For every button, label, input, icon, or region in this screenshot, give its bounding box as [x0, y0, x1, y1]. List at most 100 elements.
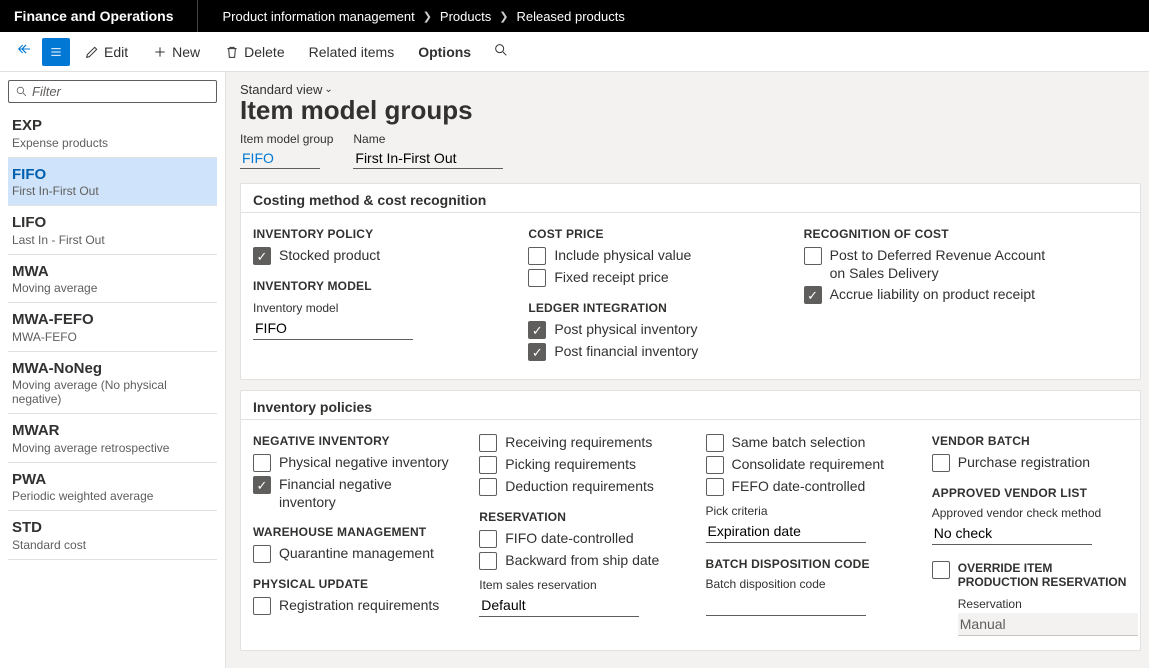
page-title: Item model groups	[240, 95, 1149, 126]
phys-neg-checkbox[interactable]: Physical negative inventory	[253, 454, 449, 472]
recv-req-label: Receiving requirements	[505, 434, 652, 452]
sidebar-item-fifo[interactable]: FIFOFirst In-First Out	[8, 158, 217, 207]
chevron-right-icon: ❯	[423, 10, 432, 23]
fefo-date-checkbox[interactable]: FEFO date-controlled	[706, 478, 902, 496]
related-items-button[interactable]: Related items	[299, 40, 405, 64]
options-button[interactable]: Options	[408, 40, 481, 64]
consolidate-label: Consolidate requirement	[732, 456, 885, 474]
inventory-model-label: Inventory model	[253, 301, 498, 315]
sidebar-item-code: MWAR	[12, 421, 213, 441]
costing-panel-head[interactable]: Costing method & cost recognition	[241, 184, 1140, 213]
sidebar-item-desc: First In-First Out	[12, 184, 213, 198]
post-financial-checkbox[interactable]: Post financial inventory	[528, 343, 773, 361]
chevron-down-icon: ⌄	[324, 84, 332, 95]
item-sales-res-input[interactable]	[479, 594, 639, 617]
reg-req-label: Registration requirements	[279, 597, 439, 615]
inventory-model-input[interactable]	[253, 317, 413, 340]
fifo-date-checkbox[interactable]: FIFO date-controlled	[479, 530, 675, 548]
filter-box[interactable]	[8, 80, 217, 103]
sidebar-item-code: MWA-NoNeg	[12, 359, 213, 379]
sidebar-item-mwa-noneg[interactable]: MWA-NoNegMoving average (No physical neg…	[8, 352, 217, 415]
override-res-label: Reservation	[958, 597, 1128, 611]
batch-disp-label: Batch disposition code	[706, 577, 902, 591]
post-deferred-checkbox[interactable]: Post to Deferred Revenue Account on Sale…	[804, 247, 1049, 282]
sidebar-item-lifo[interactable]: LIFOLast In - First Out	[8, 206, 217, 255]
reg-req-checkbox[interactable]: Registration requirements	[253, 597, 449, 615]
accrue-checkbox[interactable]: Accrue liability on product receipt	[804, 286, 1049, 304]
new-label: New	[172, 44, 200, 60]
sidebar-item-pwa[interactable]: PWAPeriodic weighted average	[8, 463, 217, 512]
edit-button[interactable]: Edit	[74, 40, 138, 64]
new-button[interactable]: New	[142, 40, 210, 64]
sidebar-item-mwa[interactable]: MWAMoving average	[8, 255, 217, 304]
search-icon	[15, 85, 28, 98]
post-physical-checkbox[interactable]: Post physical inventory	[528, 321, 773, 339]
sidebar: EXPExpense productsFIFOFirst In-First Ou…	[0, 72, 226, 668]
plus-icon	[152, 44, 168, 60]
fixed-receipt-checkbox[interactable]: Fixed receipt price	[528, 269, 773, 287]
avl-input[interactable]	[932, 522, 1092, 545]
delete-label: Delete	[244, 44, 284, 60]
filter-input[interactable]	[32, 84, 210, 99]
breadcrumb-item-2[interactable]: Products	[440, 9, 491, 24]
sidebar-item-code: MWA-FEFO	[12, 310, 213, 330]
sidebar-item-code: MWA	[12, 262, 213, 282]
item-sales-res-label: Item sales reservation	[479, 578, 675, 592]
back-button[interactable]	[10, 37, 38, 66]
sidebar-item-mwa-fefo[interactable]: MWA-FEFOMWA-FEFO	[8, 303, 217, 352]
sidebar-item-desc: Moving average (No physical negative)	[12, 378, 213, 406]
backward-checkbox[interactable]: Backward from ship date	[479, 552, 675, 570]
ded-req-label: Deduction requirements	[505, 478, 654, 496]
quarantine-label: Quarantine management	[279, 545, 434, 563]
trash-icon	[224, 44, 240, 60]
batch-disp-input[interactable]	[706, 593, 866, 616]
topbar: Finance and Operations Product informati…	[0, 0, 1149, 32]
pick-req-checkbox[interactable]: Picking requirements	[479, 456, 675, 474]
breadcrumb-item-3[interactable]: Released products	[516, 9, 624, 24]
recognition-head: RECOGNITION OF COST	[804, 227, 1049, 241]
quarantine-checkbox[interactable]: Quarantine management	[253, 545, 449, 563]
edit-label: Edit	[104, 44, 128, 60]
override-checkbox[interactable]	[932, 561, 950, 579]
sidebar-item-desc: Moving average retrospective	[12, 441, 213, 455]
accrue-label: Accrue liability on product receipt	[830, 286, 1035, 304]
toolbar: Edit New Delete Related items Options	[0, 32, 1149, 72]
recv-req-checkbox[interactable]: Receiving requirements	[479, 434, 675, 452]
sidebar-item-exp[interactable]: EXPExpense products	[8, 109, 217, 158]
same-batch-checkbox[interactable]: Same batch selection	[706, 434, 902, 452]
breadcrumb-item-1[interactable]: Product information management	[222, 9, 414, 24]
pick-req-label: Picking requirements	[505, 456, 636, 474]
group-field-input[interactable]	[240, 148, 320, 169]
fifo-date-label: FIFO date-controlled	[505, 530, 633, 548]
consolidate-checkbox[interactable]: Consolidate requirement	[706, 456, 902, 474]
breadcrumb: Product information management ❯ Product…	[198, 9, 624, 24]
list-view-button[interactable]	[42, 38, 70, 66]
main-form: Standard view ⌄ Item model groups Item m…	[226, 72, 1149, 668]
ledger-integration-head: LEDGER INTEGRATION	[528, 301, 773, 315]
sidebar-item-std[interactable]: STDStandard cost	[8, 511, 217, 560]
stocked-product-label: Stocked product	[279, 247, 380, 265]
purch-reg-checkbox[interactable]: Purchase registration	[932, 454, 1128, 472]
name-field-input[interactable]	[353, 148, 503, 169]
post-physical-label: Post physical inventory	[554, 321, 697, 339]
options-label: Options	[418, 44, 471, 60]
pick-crit-input[interactable]	[706, 520, 866, 543]
fin-neg-checkbox[interactable]: Financial negative inventory	[253, 476, 449, 511]
search-button[interactable]	[485, 38, 517, 65]
delete-button[interactable]: Delete	[214, 40, 294, 64]
related-label: Related items	[309, 44, 395, 60]
post-financial-label: Post financial inventory	[554, 343, 698, 361]
include-physical-checkbox[interactable]: Include physical value	[528, 247, 773, 265]
avl-head: APPROVED VENDOR LIST	[932, 486, 1128, 500]
sidebar-item-mwar[interactable]: MWARMoving average retrospective	[8, 414, 217, 463]
reservation-head: RESERVATION	[479, 510, 675, 524]
stocked-product-checkbox[interactable]: Stocked product	[253, 247, 498, 265]
wm-head: WAREHOUSE MANAGEMENT	[253, 525, 449, 539]
override-head: OVERRIDE ITEM PRODUCTION RESERVATION	[958, 561, 1128, 589]
sidebar-item-desc: Expense products	[12, 136, 213, 150]
sidebar-item-code: STD	[12, 518, 213, 538]
inventory-policies-head[interactable]: Inventory policies	[241, 391, 1140, 420]
override-res-input	[958, 613, 1138, 636]
inventory-policy-head: INVENTORY POLICY	[253, 227, 498, 241]
ded-req-checkbox[interactable]: Deduction requirements	[479, 478, 675, 496]
